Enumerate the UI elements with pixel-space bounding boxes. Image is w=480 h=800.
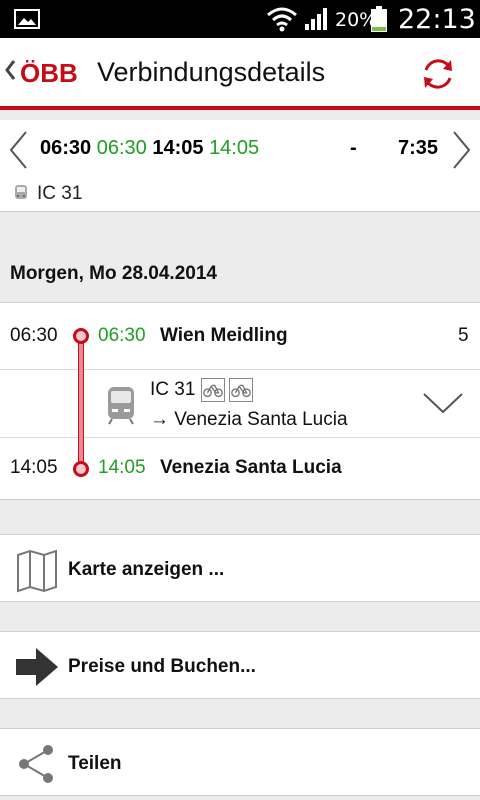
summary-duration: 7:35: [398, 137, 439, 159]
travel-date: Morgen, Mo 28.04.2014: [10, 263, 217, 284]
wifi-icon: [267, 7, 297, 32]
page-title: Verbindungsdetails: [97, 57, 326, 87]
prices-and-booking-button[interactable]: Preise und Buchen...: [0, 631, 480, 699]
show-map-button[interactable]: Karte anzeigen ...: [0, 534, 480, 602]
back-chevron-icon[interactable]: [4, 58, 16, 82]
next-connection-icon[interactable]: [448, 128, 474, 172]
signal-icon: [305, 8, 327, 30]
departure-stop-marker: [73, 328, 89, 344]
summary-arr-planned: 14:05: [152, 137, 204, 159]
action-bar: ÖBB Verbindungsdetails: [0, 38, 480, 110]
train-icon: [108, 387, 134, 425]
obb-logo[interactable]: ÖBB: [20, 58, 90, 88]
summary-changes: -: [350, 137, 357, 159]
departure-row: 06:30 06:30 Wien Meidling 5: [0, 303, 480, 370]
battery-icon: [371, 6, 387, 32]
departure-platform: 5: [458, 325, 469, 346]
arrival-real-time: 14:05: [98, 457, 146, 478]
expand-chevron-icon[interactable]: [422, 391, 464, 415]
train-row[interactable]: IC 31 → Venezia Santa Lucia: [0, 371, 480, 438]
prices-and-booking-label: Preise und Buchen...: [68, 656, 256, 677]
summary-dep-planned: 06:30: [40, 137, 92, 159]
departure-station: Wien Meidling: [160, 325, 288, 346]
refresh-icon[interactable]: [418, 54, 458, 94]
summary-times: 06:30 06:30 14:05 14:05: [40, 137, 259, 160]
summary-dep-real: 06:30: [96, 137, 147, 159]
arrow-right-icon: [16, 648, 58, 686]
summary-arr-real: 14:05: [209, 137, 260, 159]
journey-details: 06:30 06:30 Wien Meidling 5 IC 31 → Vene…: [0, 302, 480, 500]
map-icon: [17, 549, 57, 593]
svg-text:ÖBB: ÖBB: [20, 60, 78, 86]
previous-connection-icon[interactable]: [6, 128, 32, 172]
train-name: IC 31: [150, 379, 196, 400]
show-map-label: Karte anzeigen ...: [68, 559, 225, 580]
date-header: Morgen, Mo 28.04.2014: [0, 250, 480, 302]
share-label: Teilen: [68, 753, 122, 774]
route-line: [78, 333, 84, 471]
status-bar: 20% 22:13: [0, 0, 480, 38]
gallery-notification-icon: [14, 9, 40, 29]
train-direction: → Venezia Santa Lucia: [150, 409, 348, 430]
share-button[interactable]: Teilen: [0, 728, 480, 796]
arrival-stop-marker: [73, 461, 89, 477]
arrival-station: Venezia Santa Lucia: [160, 457, 342, 478]
train-icon: [15, 185, 27, 199]
departure-planned-time: 06:30: [10, 325, 58, 346]
share-icon: [19, 745, 53, 783]
bicycle-icon: [229, 378, 253, 402]
summary-train: IC 31: [37, 183, 83, 204]
connection-summary: 06:30 06:30 14:05 14:05 - 7:35 IC 31: [0, 120, 480, 212]
clock: 22:13: [398, 4, 476, 35]
departure-real-time: 06:30: [98, 325, 146, 346]
arrival-row: 14:05 14:05 Venezia Santa Lucia: [0, 439, 480, 501]
arrival-planned-time: 14:05: [10, 457, 58, 478]
bicycle-icon: [201, 378, 225, 402]
